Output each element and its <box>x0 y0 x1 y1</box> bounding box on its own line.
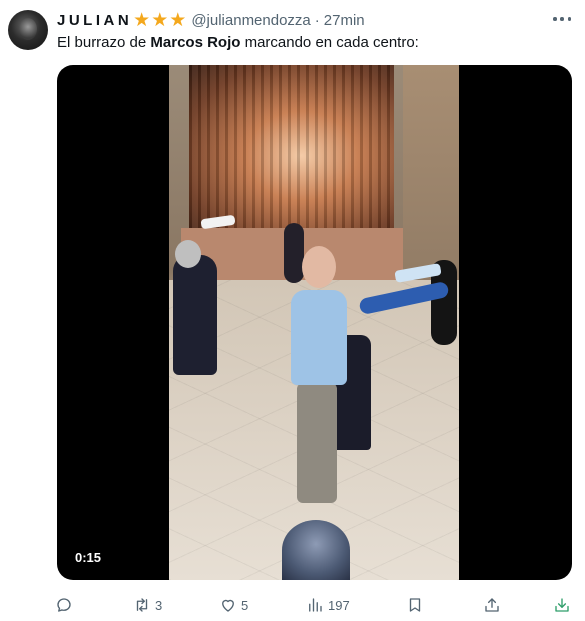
more-options-icon[interactable] <box>553 12 571 26</box>
views-count: 197 <box>328 597 350 613</box>
share-icon <box>485 598 499 612</box>
tweet-text-part2: marcando en cada centro: <box>240 34 419 51</box>
viewer-head <box>282 520 350 580</box>
stage-curtain <box>189 65 394 230</box>
tweet-header: JULIAN ★ ★ ★ @julianmendozza · 27min <box>57 10 365 30</box>
tweet-text-bold: Marcos Rojo <box>150 34 241 51</box>
views-button[interactable]: 197 <box>306 593 350 617</box>
video-player[interactable]: 0:15 <box>57 65 572 580</box>
reply-button[interactable] <box>55 593 73 617</box>
timestamp[interactable]: 27min <box>324 12 365 29</box>
dancer-left-head <box>175 240 201 268</box>
tweet-actions: 3 5 197 <box>53 593 575 617</box>
retweet-icon <box>136 598 148 612</box>
bookmark-icon <box>409 598 421 612</box>
separator-dot: · <box>314 11 320 29</box>
tweet: JULIAN ★ ★ ★ @julianmendozza · 27min El … <box>0 0 585 621</box>
bookmark-button[interactable] <box>406 593 424 617</box>
download-icon <box>555 598 569 612</box>
tweet-text: El burrazo de Marcos Rojo marcando en ca… <box>57 34 419 51</box>
avatar-face <box>19 18 37 40</box>
reply-icon <box>57 598 71 612</box>
video-frame <box>169 65 459 580</box>
dancer-man <box>291 290 347 385</box>
author-badges: ★ ★ ★ <box>133 11 187 30</box>
like-button[interactable]: 5 <box>219 593 248 617</box>
dancer-man-head <box>302 246 336 288</box>
author-handle[interactable]: @julianmendozza <box>191 12 310 29</box>
author-name[interactable]: JULIAN <box>57 12 132 29</box>
video-duration: 0:15 <box>69 547 108 569</box>
heart-icon <box>222 599 234 612</box>
dancer-left <box>173 255 217 375</box>
share-button[interactable] <box>483 593 501 617</box>
like-count: 5 <box>241 597 249 613</box>
avatar[interactable] <box>8 10 48 50</box>
download-button[interactable] <box>553 593 571 617</box>
retweet-count: 3 <box>155 597 163 613</box>
retweet-button[interactable]: 3 <box>133 593 162 617</box>
star-icon: ★ <box>151 9 169 31</box>
star-icon: ★ <box>133 9 151 31</box>
background-dancer <box>284 223 304 283</box>
dancer-man-legs <box>297 383 337 503</box>
tweet-text-part1: El burrazo de <box>57 34 151 51</box>
views-icon <box>309 598 322 612</box>
star-icon: ★ <box>169 9 187 31</box>
